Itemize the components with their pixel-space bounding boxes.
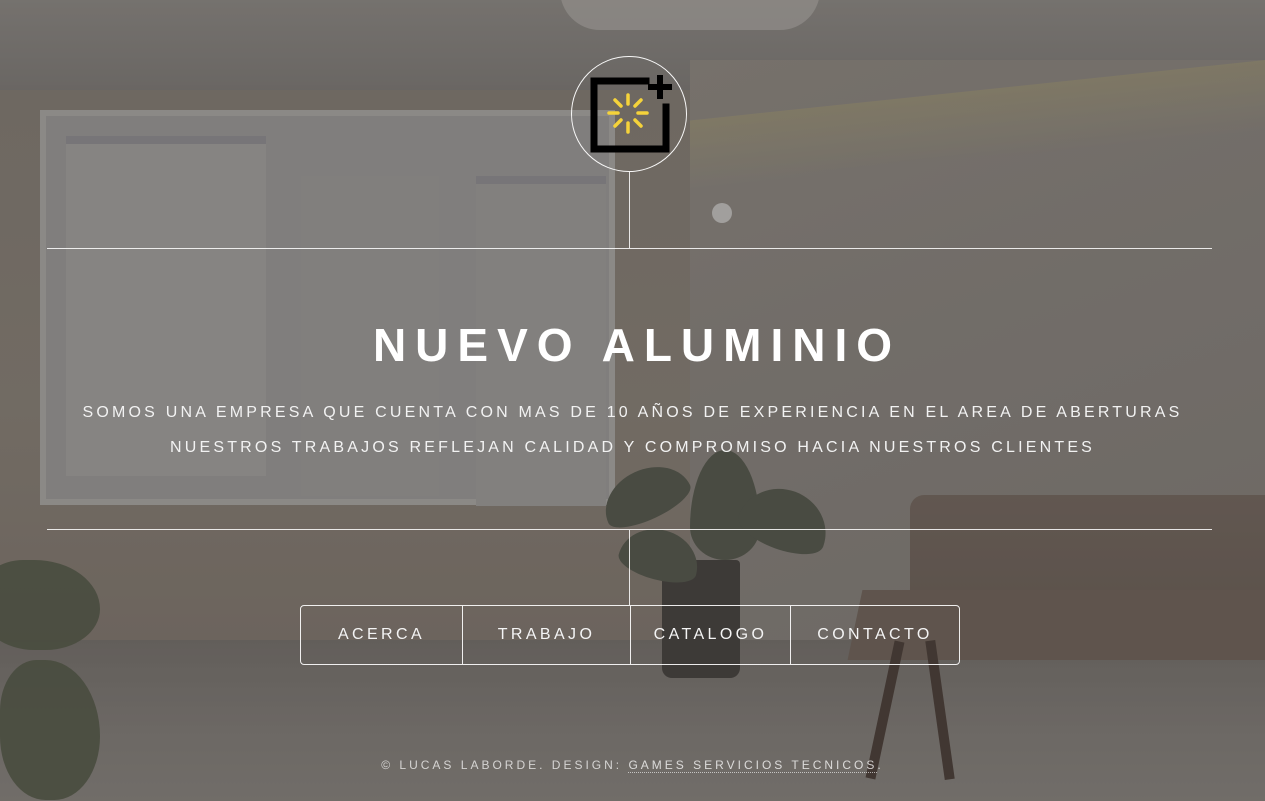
- divider-vertical-bottom: [629, 530, 630, 605]
- intro-line-1: SOMOS UNA EMPRESA QUE CUENTA CON MAS DE …: [82, 404, 1183, 421]
- logo: [571, 56, 687, 172]
- footer: © LUCAS LABORDE. DESIGN: GAMES SERVICIOS…: [0, 758, 1265, 773]
- divider-top: [47, 248, 1212, 249]
- main-nav: ACERCA TRABAJO CATALOGO CONTACTO: [300, 605, 960, 665]
- footer-copyright: © LUCAS LABORDE. DESIGN:: [381, 758, 629, 772]
- footer-design-link[interactable]: GAMES SERVICIOS TECNICOS: [628, 758, 878, 773]
- nav-item-trabajo[interactable]: TRABAJO: [462, 606, 630, 664]
- nav-item-contacto[interactable]: CONTACTO: [790, 606, 959, 664]
- page: NUEVO ALUMINIO SOMOS UNA EMPRESA QUE CUE…: [0, 0, 1265, 801]
- page-title: NUEVO ALUMINIO: [372, 319, 902, 371]
- footer-suffix: .: [877, 758, 884, 772]
- light-box-plus-icon: [590, 75, 672, 153]
- nav-item-acerca[interactable]: ACERCA: [301, 606, 462, 664]
- intro-line-2: NUESTROS TRABAJOS REFLEJAN CALIDAD Y COM…: [169, 439, 1096, 456]
- divider-vertical-top: [629, 172, 630, 248]
- nav-item-catalogo[interactable]: CATALOGO: [630, 606, 790, 664]
